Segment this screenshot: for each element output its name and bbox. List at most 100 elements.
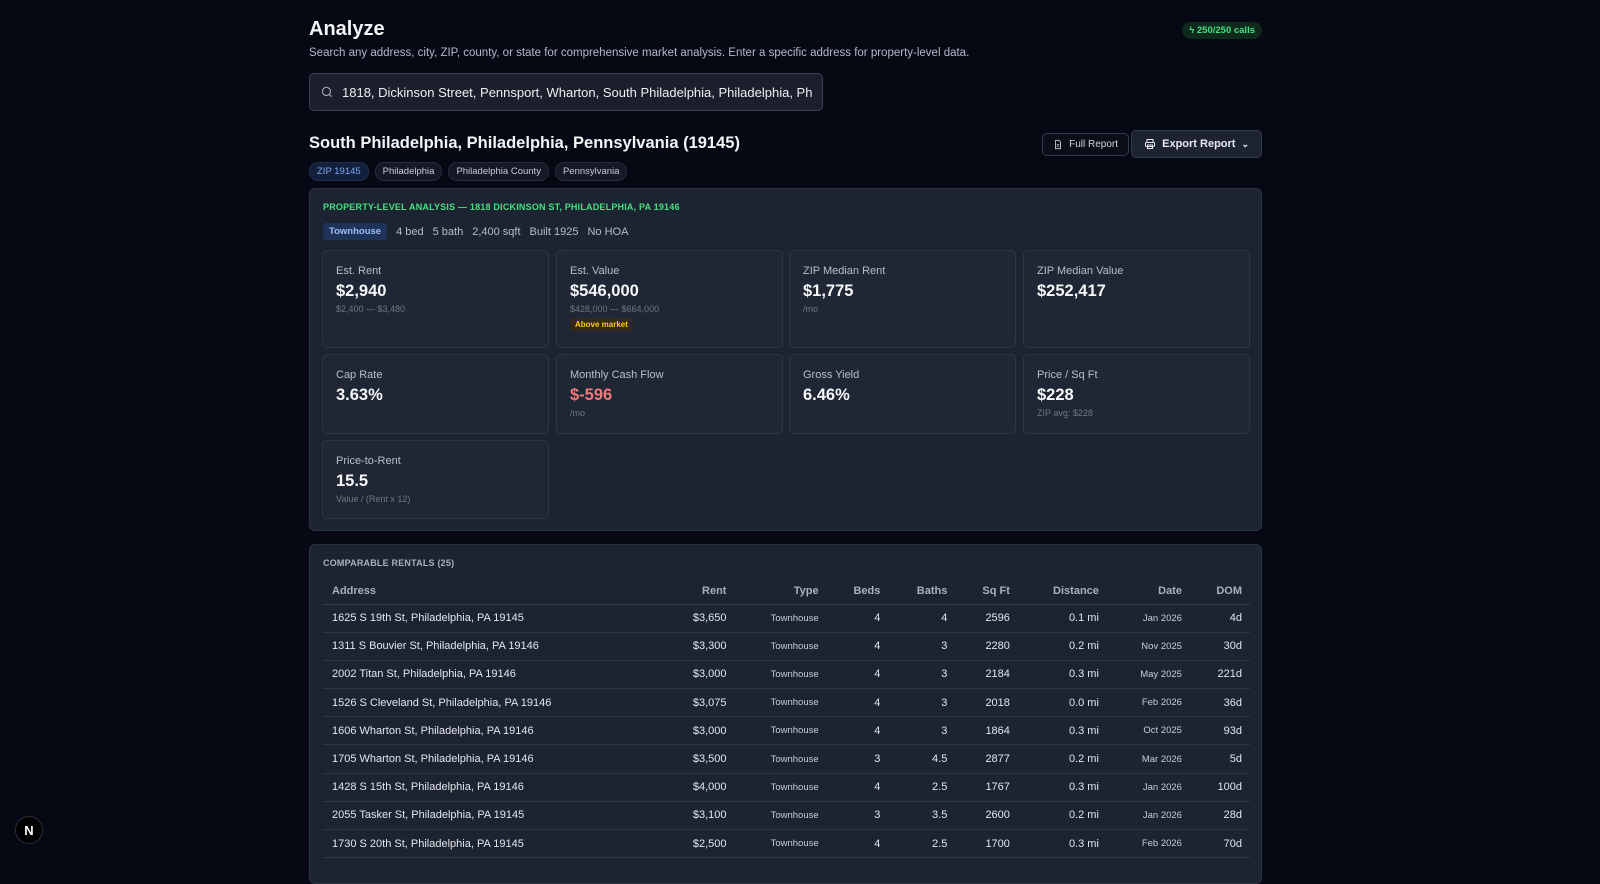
- cell-rent: $3,100: [663, 801, 735, 831]
- comps-title: COMPARABLE RENTALS (25): [323, 558, 455, 568]
- chip-city[interactable]: Philadelphia: [374, 162, 443, 181]
- logo-letter: N: [24, 822, 34, 838]
- table-row[interactable]: 1730 S 20th St, Philadelphia, PA 19145 $2…: [323, 829, 1250, 859]
- metric-card-monthly-cash-flow: Monthly Cash Flow $-596/mo: [556, 354, 783, 434]
- cell-beds: 3: [826, 801, 889, 831]
- metric-subtext: $2,400 — $3,480: [336, 304, 406, 314]
- chip-state[interactable]: Pennsylvania: [554, 162, 628, 181]
- cell-rent: $3,650: [663, 604, 735, 633]
- cell-distance: 0.3 mi: [1017, 773, 1107, 802]
- cell-type: Townhouse: [734, 744, 827, 774]
- metric-label: ZIP Median Rent: [803, 265, 886, 277]
- fact-baths: 5 bath: [432, 225, 464, 238]
- table-row[interactable]: 1526 S Cleveland St, Philadelphia, PA 19…: [323, 688, 1250, 718]
- search-box[interactable]: [309, 73, 823, 111]
- metric-value: 6.46%: [803, 386, 850, 404]
- cell-type: Townhouse: [734, 604, 827, 633]
- cell-dom: 28d: [1189, 801, 1250, 831]
- metric-subtext: /mo: [570, 408, 586, 418]
- metric-label: Monthly Cash Flow: [570, 369, 664, 381]
- cell-dom: 221d: [1189, 660, 1250, 690]
- cell-rent: $4,000: [663, 773, 735, 802]
- cell-distance: 0.2 mi: [1017, 632, 1107, 661]
- metric-label: Cap Rate: [336, 369, 383, 381]
- location-title: South Philadelphia, Philadelphia, Pennsy…: [309, 134, 740, 152]
- cell-rent: $3,000: [663, 660, 735, 690]
- metric-card-cap-rate: Cap Rate 3.63%: [322, 354, 549, 434]
- export-report-button[interactable]: Export Report ⌄: [1131, 130, 1262, 158]
- cell-sq-ft: 2877: [955, 744, 1018, 774]
- chip-zip[interactable]: ZIP 19145: [309, 162, 369, 181]
- column-header-baths[interactable]: Baths: [888, 579, 956, 605]
- fact-built: Built 1925: [529, 225, 579, 238]
- cell-type: Townhouse: [734, 688, 827, 718]
- cell-address: 1311 S Bouvier St, Philadelphia, PA 1914…: [323, 632, 664, 661]
- api-calls-badge: ϟ 250/250 calls: [1182, 22, 1262, 39]
- column-header-date[interactable]: Date: [1106, 579, 1190, 605]
- cell-distance: 0.2 mi: [1017, 801, 1107, 831]
- app-logo-button[interactable]: N: [15, 816, 43, 844]
- cell-sq-ft: 2184: [955, 660, 1018, 690]
- cell-address: 2002 Titan St, Philadelphia, PA 19146: [323, 660, 664, 690]
- metric-value: $252,417: [1037, 282, 1106, 300]
- cell-address: 1428 S 15th St, Philadelphia, PA 19146: [323, 773, 664, 802]
- table-row[interactable]: 1311 S Bouvier St, Philadelphia, PA 1914…: [323, 632, 1250, 661]
- export-report-label: Export Report: [1162, 138, 1236, 150]
- cell-type: Townhouse: [734, 660, 827, 690]
- lightning-icon: ϟ: [1189, 25, 1197, 36]
- cell-rent: $3,300: [663, 632, 735, 661]
- cell-date: Jan 2026: [1106, 801, 1190, 831]
- metric-label: Gross Yield: [803, 369, 860, 381]
- cell-dom: 70d: [1189, 829, 1250, 859]
- table-row[interactable]: 2055 Tasker St, Philadelphia, PA 19145 $3…: [323, 801, 1250, 831]
- chip-county[interactable]: Philadelphia County: [448, 162, 549, 181]
- column-header-sq-ft[interactable]: Sq Ft: [955, 579, 1018, 605]
- column-header-type[interactable]: Type: [734, 579, 827, 605]
- cell-sq-ft: 2018: [955, 688, 1018, 718]
- cell-rent: $2,500: [663, 829, 735, 859]
- metric-value: $228: [1037, 386, 1074, 404]
- cell-baths: 3: [888, 632, 956, 661]
- metric-subtext: ZIP avg: $228: [1037, 408, 1093, 418]
- table-row[interactable]: 1428 S 15th St, Philadelphia, PA 19146 $4…: [323, 773, 1250, 802]
- cell-sq-ft: 1700: [955, 829, 1018, 859]
- cell-baths: 3: [888, 716, 956, 746]
- cell-dom: 5d: [1189, 744, 1250, 774]
- table-row[interactable]: 2002 Titan St, Philadelphia, PA 19146 $3,…: [323, 660, 1250, 690]
- column-header-dom[interactable]: DOM: [1189, 579, 1250, 605]
- metric-label: Est. Rent: [336, 265, 382, 277]
- metric-card-est-rent: Est. Rent $2,940 $2,400 — $3,480: [322, 250, 549, 348]
- cell-beds: 4: [826, 660, 889, 690]
- column-header-distance[interactable]: Distance: [1017, 579, 1107, 605]
- column-header-address[interactable]: Address: [323, 579, 664, 605]
- cell-beds: 4: [826, 829, 889, 859]
- table-row[interactable]: 1606 Wharton St, Philadelphia, PA 19146 $…: [323, 716, 1250, 746]
- cell-distance: 0.3 mi: [1017, 660, 1107, 690]
- cell-date: Mar 2026: [1106, 744, 1190, 774]
- metric-label: Est. Value: [570, 265, 620, 277]
- cell-baths: 3.5: [888, 801, 956, 831]
- cell-type: Townhouse: [734, 801, 827, 831]
- page-title: Analyze: [309, 18, 385, 40]
- column-header-beds[interactable]: Beds: [826, 579, 889, 605]
- metric-value: 3.63%: [336, 386, 383, 404]
- cell-rent: $3,000: [663, 716, 735, 746]
- full-report-button[interactable]: Full Report: [1042, 133, 1129, 156]
- cell-date: Nov 2025: [1106, 632, 1190, 661]
- cell-date: Oct 2025: [1106, 716, 1190, 746]
- cell-sq-ft: 2280: [955, 632, 1018, 661]
- location-chips: ZIP 19145 Philadelphia Philadelphia Coun…: [309, 162, 628, 181]
- search-input[interactable]: [342, 84, 812, 100]
- cell-type: Townhouse: [734, 829, 827, 859]
- table-row[interactable]: 1705 Wharton St, Philadelphia, PA 19146 $…: [323, 744, 1250, 774]
- metric-value: 15.5: [336, 472, 369, 490]
- cell-beds: 3: [826, 744, 889, 774]
- metric-value: $-596: [570, 386, 613, 404]
- cell-beds: 4: [826, 688, 889, 718]
- cell-sq-ft: 2600: [955, 801, 1018, 831]
- table-row[interactable]: 1625 S 19th St, Philadelphia, PA 19145 $3…: [323, 604, 1250, 633]
- column-header-rent[interactable]: Rent: [663, 579, 735, 605]
- cell-sq-ft: 2596: [955, 604, 1018, 633]
- cell-address: 1526 S Cleveland St, Philadelphia, PA 19…: [323, 688, 664, 718]
- cell-distance: 0.3 mi: [1017, 829, 1107, 859]
